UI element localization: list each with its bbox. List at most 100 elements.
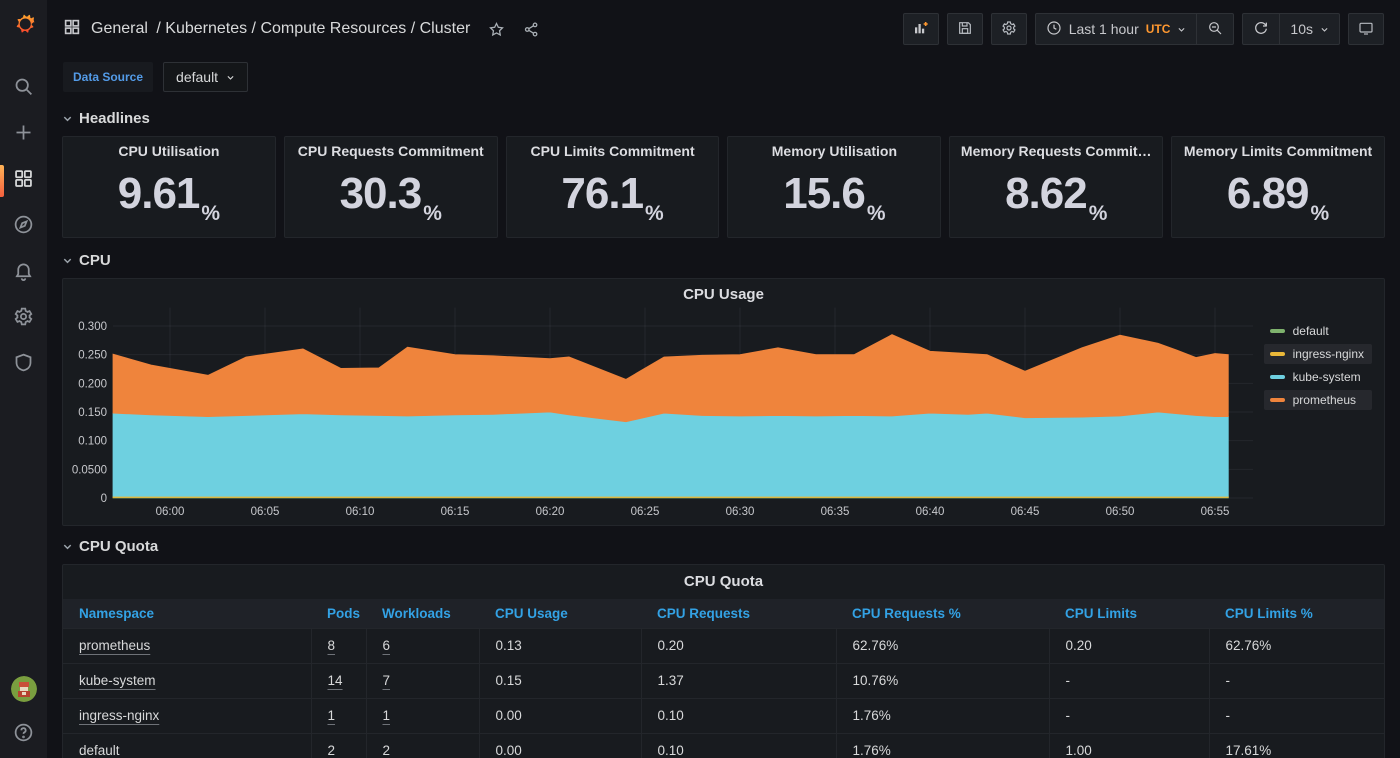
datasource-picker[interactable]: default: [163, 62, 248, 92]
stat-value: 76.1%: [561, 159, 663, 237]
table-cell: -: [1049, 698, 1209, 733]
stat-panel-title[interactable]: Memory Utilisation: [772, 143, 897, 159]
dashboard-toolbar: Last 1 hour UTC 10s: [903, 13, 1384, 45]
legend-item-ingress-nginx[interactable]: ingress-nginx: [1264, 344, 1372, 364]
dashboard-submenu: Data Source default: [47, 58, 1400, 102]
table-cell: 10.76%: [836, 663, 1049, 698]
row-headlines[interactable]: Headlines: [62, 110, 1385, 127]
row-cpu[interactable]: CPU: [62, 252, 1385, 269]
legend-swatch: [1270, 352, 1285, 356]
table-cell-link[interactable]: 7: [366, 663, 479, 698]
stat-panel: Memory Utilisation15.6%: [727, 136, 941, 238]
refresh-interval-label: 10s: [1290, 21, 1313, 37]
share-icon[interactable]: [523, 21, 540, 38]
table-cell: 1.76%: [836, 698, 1049, 733]
legend-item-kube-system[interactable]: kube-system: [1264, 367, 1372, 387]
table-cell-link[interactable]: 1: [311, 698, 366, 733]
save-dashboard-button[interactable]: [947, 13, 983, 45]
stat-panel: CPU Utilisation9.61%: [62, 136, 276, 238]
table-cell-link[interactable]: default: [63, 733, 311, 758]
explore-compass-icon: [13, 214, 34, 240]
table-cell: 0.10: [641, 698, 836, 733]
x-axis-tick: 06:05: [251, 506, 280, 518]
legend-label: kube-system: [1293, 370, 1361, 384]
grafana-logo[interactable]: [10, 10, 38, 38]
series-area-kube-system: [113, 412, 1228, 496]
table-cell-link[interactable]: 6: [366, 628, 479, 663]
stat-panel: CPU Limits Commitment76.1%: [506, 136, 720, 238]
dashboard-settings-button[interactable]: [991, 13, 1027, 45]
add-panel-button[interactable]: [903, 13, 939, 45]
tv-mode-icon: [1358, 20, 1374, 39]
x-axis-tick: 06:25: [631, 506, 660, 518]
time-picker-group: Last 1 hour UTC: [1035, 13, 1235, 45]
help-icon: [13, 722, 34, 748]
sidebar-item-dashboards[interactable]: [0, 158, 47, 204]
chevron-down-icon: [1177, 21, 1186, 37]
stat-panel-title[interactable]: CPU Requests Commitment: [298, 143, 484, 159]
table-cell-link[interactable]: 1: [366, 698, 479, 733]
cpu-usage-chart[interactable]: 00.05000.1000.1500.2000.2500.30006:0006:…: [63, 279, 1384, 525]
panel-title[interactable]: CPU Quota: [63, 565, 1384, 599]
alerting-bell-icon: [13, 260, 34, 286]
star-icon[interactable]: [488, 21, 505, 38]
row-title: CPU Quota: [79, 538, 158, 555]
admin-shield-icon: [13, 352, 34, 378]
y-axis-tick: 0.150: [78, 407, 107, 419]
table-row: default220.000.101.76%1.0017.61%: [63, 733, 1385, 758]
table-cell-link[interactable]: 2: [366, 733, 479, 758]
sidebar-item-explore[interactable]: [0, 204, 47, 250]
table-row: ingress-nginx110.000.101.76%--: [63, 698, 1385, 733]
column-header[interactable]: Workloads: [366, 599, 479, 628]
tv-mode-button[interactable]: [1348, 13, 1384, 45]
column-header[interactable]: CPU Limits: [1049, 599, 1209, 628]
legend-item-default[interactable]: default: [1264, 321, 1372, 341]
column-header[interactable]: CPU Usage: [479, 599, 641, 628]
table-cell: 0.10: [641, 733, 836, 758]
table-cell-link[interactable]: 14: [311, 663, 366, 698]
x-axis-tick: 06:00: [156, 506, 185, 518]
table-cell-link[interactable]: kube-system: [63, 663, 311, 698]
column-header[interactable]: Namespace: [63, 599, 311, 628]
y-axis-tick: 0.250: [78, 350, 107, 362]
table-cell-link[interactable]: ingress-nginx: [63, 698, 311, 733]
table-cell: 1.76%: [836, 733, 1049, 758]
chevron-down-icon: [62, 541, 73, 552]
legend-label: default: [1293, 324, 1329, 338]
top-navbar: General / Kubernetes / Compute Resources…: [47, 0, 1400, 58]
refresh-interval-picker[interactable]: 10s: [1279, 14, 1339, 44]
zoom-out-button[interactable]: [1196, 14, 1233, 44]
sidebar-item-help[interactable]: [0, 722, 47, 748]
legend-swatch: [1270, 329, 1285, 333]
refresh-button[interactable]: [1243, 14, 1279, 44]
table-cell-link[interactable]: prometheus: [63, 628, 311, 663]
sidebar-item-configuration[interactable]: [0, 296, 47, 342]
column-header[interactable]: CPU Requests: [641, 599, 836, 628]
column-header[interactable]: CPU Requests %: [836, 599, 1049, 628]
stat-panel-title[interactable]: CPU Limits Commitment: [531, 143, 695, 159]
column-header[interactable]: Pods: [311, 599, 366, 628]
sidebar-item-server-admin[interactable]: [0, 342, 47, 388]
user-avatar[interactable]: [11, 676, 37, 702]
table-cell: 62.76%: [836, 628, 1049, 663]
stat-panel-title[interactable]: Memory Requests Commit…: [961, 143, 1152, 159]
sidebar-item-alerting[interactable]: [0, 250, 47, 296]
sidebar-item-create[interactable]: [0, 112, 47, 158]
legend-item-prometheus[interactable]: prometheus: [1264, 390, 1372, 410]
table-cell-link[interactable]: 8: [311, 628, 366, 663]
refresh-group: 10s: [1242, 13, 1340, 45]
stat-panel-title[interactable]: Memory Limits Commitment: [1184, 143, 1372, 159]
sidebar-item-search[interactable]: [0, 66, 47, 112]
table-cell-link[interactable]: 2: [311, 733, 366, 758]
stat-value: 9.61%: [118, 159, 220, 237]
apps-grid-icon: [63, 18, 81, 41]
breadcrumb[interactable]: General / Kubernetes / Compute Resources…: [91, 20, 470, 38]
legend-swatch: [1270, 375, 1285, 379]
legend-label: ingress-nginx: [1293, 347, 1364, 361]
time-range-label: Last 1 hour: [1069, 21, 1139, 37]
stat-panel-title[interactable]: CPU Utilisation: [118, 143, 219, 159]
time-range-picker[interactable]: Last 1 hour UTC: [1036, 14, 1197, 44]
x-axis-tick: 06:45: [1011, 506, 1040, 518]
column-header[interactable]: CPU Limits %: [1209, 599, 1385, 628]
row-cpu-quota[interactable]: CPU Quota: [62, 538, 1385, 555]
